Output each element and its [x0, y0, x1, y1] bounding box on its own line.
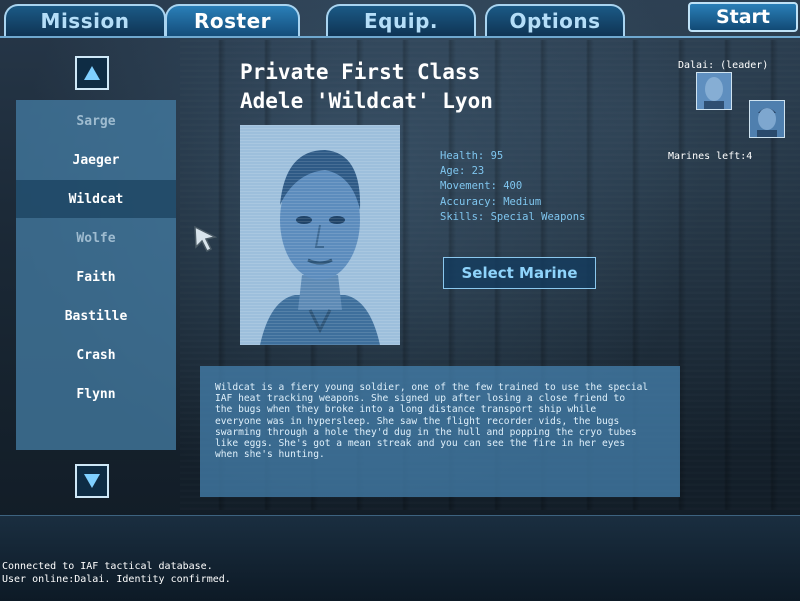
- status-line-user: User online:Dalai. Identity confirmed.: [2, 574, 231, 585]
- marine-bio-panel: Wildcat is a fiery young soldier, one of…: [200, 366, 680, 497]
- squad-leader-label: Dalai: (leader): [678, 60, 769, 71]
- roster-item-sarge[interactable]: Sarge: [16, 102, 176, 140]
- bio-line: IAF heat tracking weapons. She signed up…: [215, 393, 626, 405]
- roster-item-faith[interactable]: Faith: [16, 258, 176, 296]
- roster-item-wildcat[interactable]: Wildcat: [16, 180, 176, 218]
- tab-options[interactable]: Options: [485, 4, 625, 36]
- tab-mission[interactable]: Mission: [4, 4, 166, 36]
- bio-line: when she's hunting.: [215, 449, 325, 461]
- select-marine-button[interactable]: Select Marine: [443, 257, 596, 289]
- stat-age: Age: 23: [440, 165, 485, 177]
- status-line-connection: Connected to IAF tactical database.: [2, 561, 213, 572]
- tab-divider: [0, 36, 800, 38]
- stat-skills: Skills: Special Weapons: [440, 211, 586, 223]
- start-button[interactable]: Start: [688, 2, 798, 32]
- roster-item-crash[interactable]: Crash: [16, 336, 176, 374]
- marine-name: Adele 'Wildcat' Lyon: [240, 89, 493, 113]
- stat-health: Health: 95: [440, 150, 504, 162]
- roster-item-wolfe[interactable]: Wolfe: [16, 219, 176, 257]
- bio-line: swarming through a hole they'd dug in th…: [215, 426, 637, 438]
- marine-portrait: [240, 125, 400, 345]
- marine-rank: Private First Class: [240, 60, 481, 84]
- roster-list: Sarge Jaeger Wildcat Wolfe Faith Bastill…: [16, 100, 176, 450]
- bio-line: Wildcat is a fiery young soldier, one of…: [215, 382, 649, 393]
- stat-accuracy: Accuracy: Medium: [440, 196, 542, 208]
- roster-item-jaeger[interactable]: Jaeger: [16, 141, 176, 179]
- squad-portrait-member[interactable]: [749, 100, 785, 138]
- portrait-face-image: [240, 125, 400, 345]
- tab-bar: Mission Roster Equip. Options Start: [0, 0, 800, 40]
- roster-item-flynn[interactable]: Flynn: [16, 375, 176, 413]
- status-panel: [0, 515, 800, 601]
- triangle-down-icon: [84, 474, 100, 488]
- leader-face-image: [697, 73, 731, 109]
- bio-line: like eggs. She's got a mean streak and y…: [215, 438, 626, 450]
- marines-left-count: Marines left:4: [668, 151, 753, 162]
- stat-movement: Movement: 400: [440, 180, 523, 192]
- member-face-image: [750, 101, 784, 137]
- roster-item-bastille[interactable]: Bastille: [16, 297, 176, 335]
- mouse-cursor-icon: [194, 225, 217, 253]
- squad-portrait-dalai[interactable]: [696, 72, 732, 110]
- triangle-up-icon: [84, 66, 100, 80]
- tab-roster[interactable]: Roster: [165, 4, 300, 36]
- bio-line: everyone was in hypersleep. She saw the …: [215, 415, 620, 427]
- scroll-down-button[interactable]: [75, 464, 109, 498]
- bio-line: the bugs when they broke into a long dis…: [215, 404, 597, 416]
- tab-equip[interactable]: Equip.: [326, 4, 476, 36]
- scroll-up-button[interactable]: [75, 56, 109, 90]
